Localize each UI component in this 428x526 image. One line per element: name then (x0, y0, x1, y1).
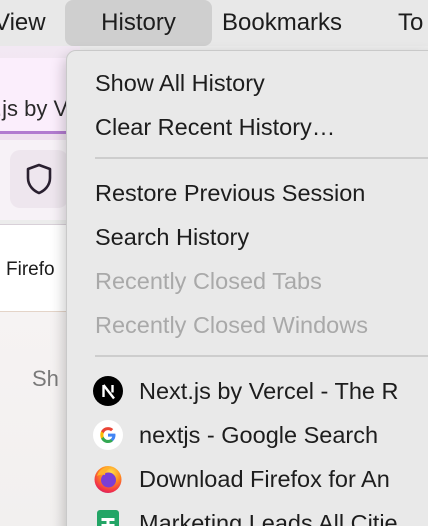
show-all-history-item[interactable]: Show All History (95, 63, 265, 103)
google-sheets-icon (93, 508, 123, 526)
menu-separator (95, 157, 428, 159)
recently-closed-tabs-item: Recently Closed Tabs (95, 268, 322, 294)
recently-closed-windows-item: Recently Closed Windows (95, 312, 368, 338)
firefox-icon (93, 464, 123, 494)
history-entry-label: Download Firefox for An (139, 466, 390, 492)
menu-view[interactable]: View (0, 0, 46, 46)
history-entry-label: nextjs - Google Search (139, 422, 379, 448)
tracking-protection-button[interactable] (10, 150, 68, 208)
menu-tools[interactable]: To (398, 0, 423, 46)
clear-recent-history-item[interactable]: Clear Recent History… (95, 107, 335, 147)
menu-bar: View History Bookmarks To (0, 0, 428, 46)
search-history-item[interactable]: Search History (95, 217, 249, 257)
menu-bookmarks[interactable]: Bookmarks (222, 0, 342, 46)
suggestion-text: Firefo (6, 259, 55, 280)
history-menu: Show All History Clear Recent History… R… (66, 50, 428, 526)
history-entry-label: Marketing Leads All Citie (139, 510, 398, 526)
history-entry-label: Next.js by Vercel - The R (139, 378, 399, 404)
menu-history[interactable]: History (65, 0, 212, 46)
tab-title: .js by V (0, 96, 69, 121)
google-icon (93, 420, 123, 450)
menu-separator (95, 355, 428, 357)
restore-previous-session-item[interactable]: Restore Previous Session (95, 173, 365, 213)
content-text: Sh (32, 366, 59, 391)
nextjs-icon (93, 376, 123, 406)
